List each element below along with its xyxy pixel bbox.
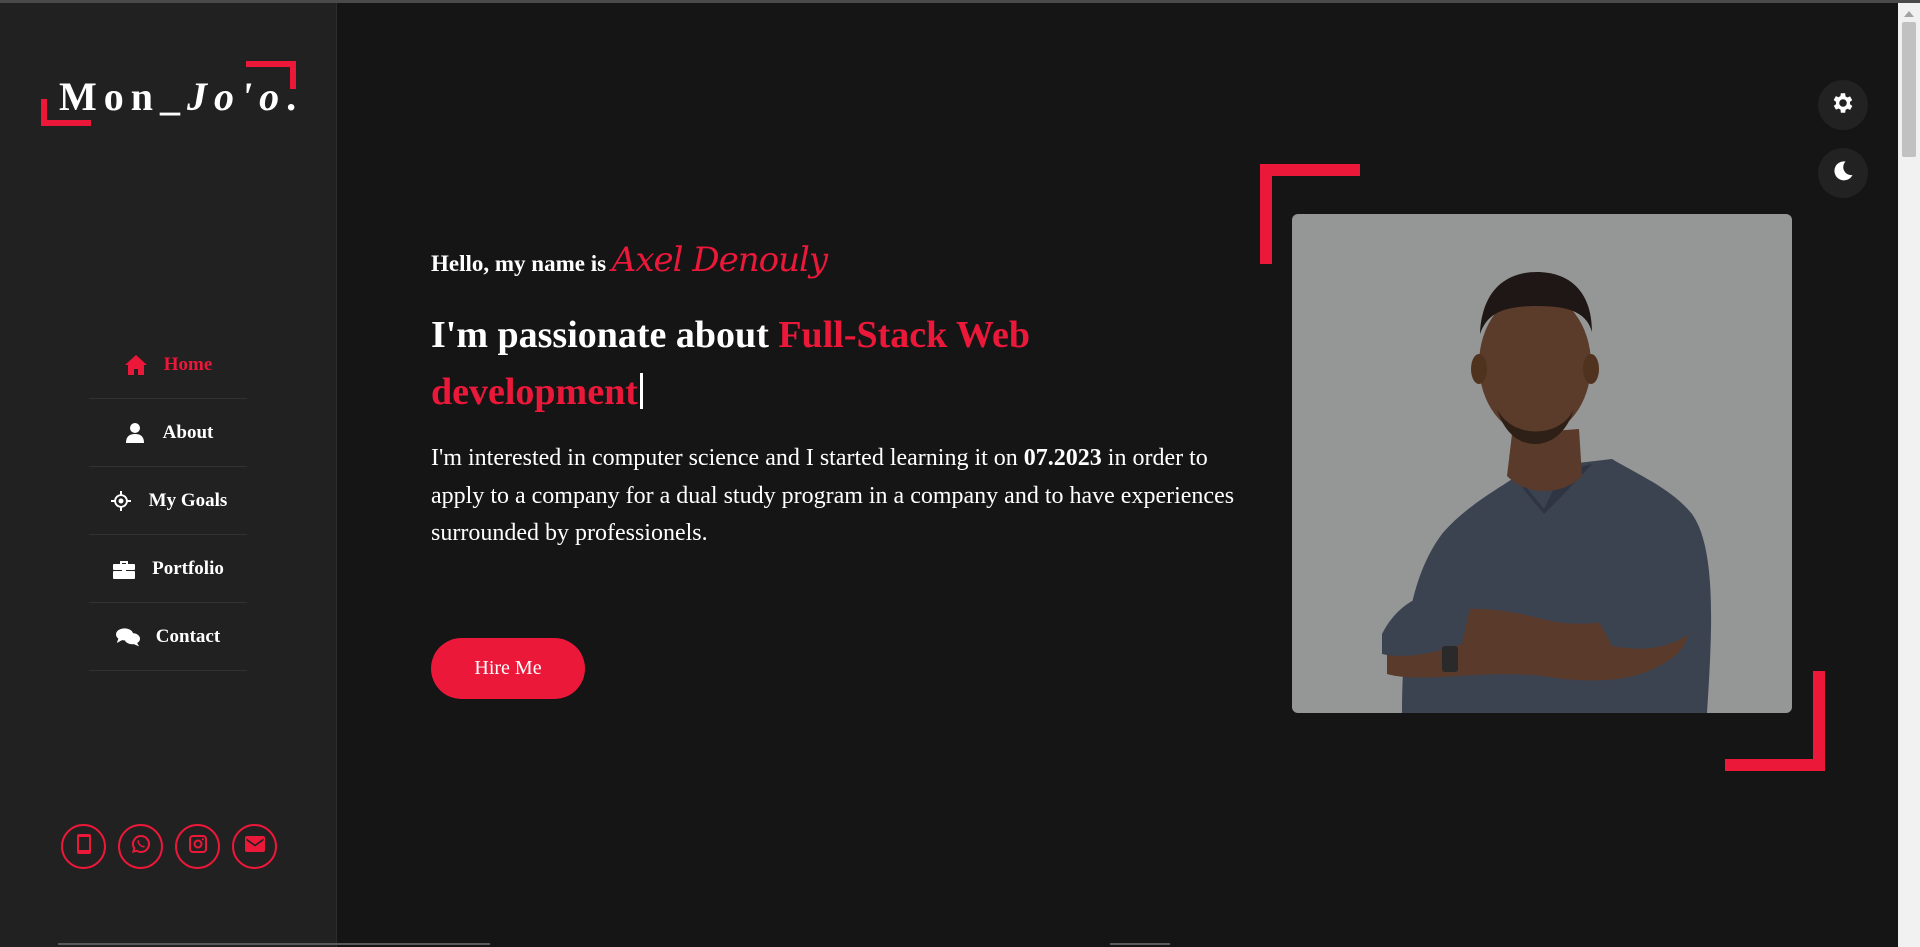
- target-icon: [109, 489, 133, 513]
- logo-text-part1: Mon_: [59, 74, 187, 119]
- dark-mode-moon-icon: [1831, 159, 1855, 188]
- settings-gear-icon: [1830, 90, 1856, 121]
- headline-prefix: I'm passionate about: [431, 314, 779, 356]
- logo-dot: .: [286, 74, 304, 119]
- description-date: 07.2023: [1023, 445, 1102, 471]
- person-name: Axel Denouly: [611, 240, 828, 280]
- headline: I'm passionate about Full-Stack Web deve…: [431, 307, 1071, 421]
- dark-mode-toggle[interactable]: [1818, 148, 1868, 198]
- mail-icon: [244, 836, 265, 857]
- nav-label-contact: Contact: [155, 625, 221, 647]
- main-nav: Home About My Goals Portfolio Contact: [89, 331, 247, 671]
- instagram-icon: [188, 834, 208, 859]
- nav-item-home[interactable]: Home: [89, 331, 247, 399]
- scrollbar-thumb[interactable]: [1902, 22, 1916, 157]
- whatsapp-link[interactable]: [118, 824, 163, 869]
- phone-icon: [76, 834, 91, 859]
- profile-photo: [1292, 214, 1792, 713]
- nav-item-portfolio[interactable]: Portfolio: [89, 535, 247, 603]
- home-icon: [124, 353, 148, 377]
- nav-item-contact[interactable]: Contact: [89, 603, 247, 671]
- horizontal-scroll-indicator-secondary: [1110, 943, 1170, 945]
- horizontal-scroll-indicator: [58, 943, 490, 945]
- nav-item-about[interactable]: About: [89, 399, 247, 467]
- description-before: I'm interested in computer science and I…: [431, 445, 1024, 471]
- nav-label-portfolio: Portfolio: [152, 557, 224, 579]
- chat-icon: [115, 625, 140, 649]
- mail-link[interactable]: [232, 824, 277, 869]
- social-links: [61, 824, 277, 869]
- instagram-link[interactable]: [175, 824, 220, 869]
- typing-cursor: [639, 373, 643, 409]
- nav-item-my-goals[interactable]: My Goals: [89, 467, 247, 535]
- phone-link[interactable]: [61, 824, 106, 869]
- hero-description: I'm interested in computer science and I…: [431, 440, 1251, 553]
- settings-button[interactable]: [1818, 80, 1868, 130]
- nav-label-my-goals: My Goals: [148, 489, 228, 511]
- nav-label-home: Home: [163, 353, 213, 375]
- user-icon: [123, 421, 147, 445]
- site-logo[interactable]: Mon_Jo'o.: [59, 73, 303, 120]
- scroll-up-arrow[interactable]: [1904, 11, 1914, 17]
- hire-me-button[interactable]: Hire Me: [431, 638, 585, 699]
- greeting-text: Hello, my name is: [431, 251, 612, 276]
- vertical-scrollbar[interactable]: [1898, 3, 1920, 947]
- greeting: Hello, my name is Axel Denouly: [431, 240, 828, 280]
- nav-label-about: About: [162, 421, 214, 443]
- briefcase-icon: [112, 557, 136, 581]
- sidebar: Mon_Jo'o. Home About My Goals Portfolio: [0, 3, 337, 947]
- logo-text-part2: Jo'o: [187, 74, 287, 119]
- whatsapp-icon: [131, 834, 151, 859]
